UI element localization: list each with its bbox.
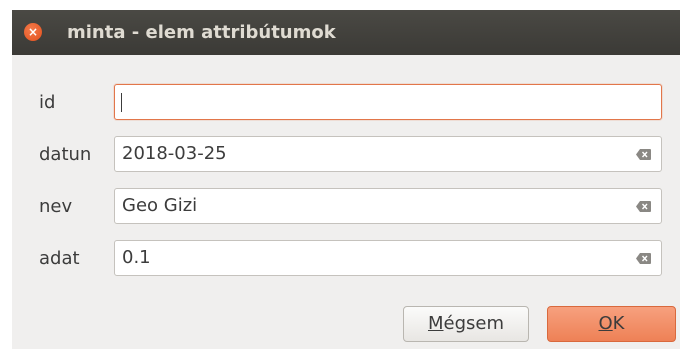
datun-field[interactable]: 2018-03-25 (114, 136, 662, 172)
form-row-datun: datun 2018-03-25 (12, 136, 680, 174)
nev-field[interactable]: Geo Gizi (114, 188, 662, 224)
close-icon[interactable]: × (24, 23, 42, 41)
adat-field-value: 0.1 (122, 247, 151, 268)
clear-text-icon[interactable] (636, 149, 651, 160)
dialog-window: × minta - elem attribútumok id datun 201… (12, 10, 680, 349)
id-field[interactable] (114, 84, 662, 120)
title-bar[interactable]: × minta - elem attribútumok (12, 10, 680, 55)
field-label-id: id (39, 92, 56, 113)
field-label-datun: datun (39, 144, 92, 165)
nev-field-value: Geo Gizi (122, 195, 198, 216)
clear-text-icon[interactable] (636, 201, 651, 212)
adat-field[interactable]: 0.1 (114, 240, 662, 276)
field-label-adat: adat (39, 248, 80, 269)
form-row-id: id (12, 84, 680, 122)
cancel-button[interactable]: Mégsem (403, 306, 529, 342)
ok-button[interactable]: OK (547, 306, 676, 342)
field-label-nev: nev (39, 196, 73, 217)
clear-text-icon[interactable] (636, 253, 651, 264)
text-caret (121, 93, 122, 112)
datun-field-value: 2018-03-25 (122, 143, 227, 164)
form-row-adat: adat 0.1 (12, 240, 680, 278)
form-row-nev: nev Geo Gizi (12, 188, 680, 226)
window-title: minta - elem attribútumok (67, 22, 336, 43)
